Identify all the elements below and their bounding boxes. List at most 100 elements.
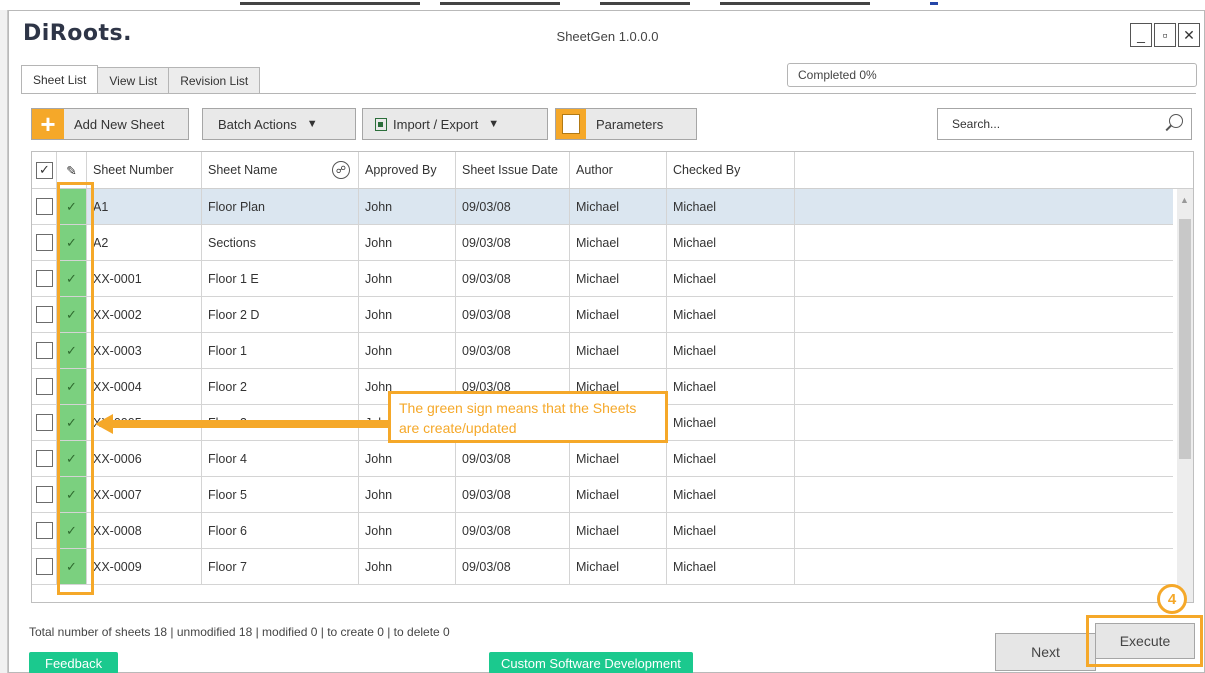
cell-sheet-name[interactable]: Sections	[202, 225, 359, 260]
cell-sheet-number[interactable]: XX-0001	[87, 261, 202, 296]
cell-sheet-number[interactable]: XX-0003	[87, 333, 202, 368]
vertical-scrollbar[interactable]: ▲	[1177, 189, 1193, 602]
row-checkbox[interactable]	[36, 234, 53, 251]
custom-software-development-button[interactable]: Custom Software Development	[489, 652, 693, 673]
column-header-sheet-issue-date[interactable]: Sheet Issue Date	[456, 152, 570, 188]
cell-sheet-issue-date[interactable]: 09/03/08	[456, 189, 570, 224]
batch-actions-dropdown[interactable]: Batch Actions ▼	[202, 108, 356, 140]
column-header-sheet-number[interactable]: Sheet Number	[87, 152, 202, 188]
column-header-checked-by[interactable]: Checked By	[667, 152, 795, 188]
cell-approved-by[interactable]: John	[359, 297, 456, 332]
cell-sheet-number[interactable]: XX-0002	[87, 297, 202, 332]
cell-sheet-number[interactable]: A2	[87, 225, 202, 260]
cell-checked-by[interactable]: Michael	[667, 369, 795, 404]
cell-author[interactable]: Michael	[570, 477, 667, 512]
cell-checked-by[interactable]: Michael	[667, 477, 795, 512]
cell-sheet-name[interactable]: Floor 1	[202, 333, 359, 368]
cell-approved-by[interactable]: John	[359, 477, 456, 512]
cell-checked-by[interactable]: Michael	[667, 189, 795, 224]
cell-sheet-name[interactable]: Floor 2	[202, 369, 359, 404]
row-checkbox[interactable]	[36, 558, 53, 575]
cell-approved-by[interactable]: John	[359, 261, 456, 296]
cell-checked-by[interactable]: Michael	[667, 405, 795, 440]
cell-author[interactable]: Michael	[570, 261, 667, 296]
cell-author[interactable]: Michael	[570, 297, 667, 332]
cell-approved-by[interactable]: John	[359, 513, 456, 548]
tab-sheet-list[interactable]: Sheet List	[21, 65, 99, 93]
column-header-author[interactable]: Author	[570, 152, 667, 188]
cell-checked-by[interactable]: Michael	[667, 333, 795, 368]
cell-author[interactable]: Michael	[570, 513, 667, 548]
cell-sheet-number[interactable]: A1	[87, 189, 202, 224]
table-row[interactable]: ✓ A2 Sections John 09/03/08 Michael Michael	[32, 225, 1173, 261]
scroll-up-icon[interactable]: ▲	[1180, 195, 1189, 205]
cell-approved-by[interactable]: John	[359, 189, 456, 224]
cell-sheet-number[interactable]: XX-0006	[87, 441, 202, 476]
table-row[interactable]: ✓ XX-0009 Floor 7 John 09/03/08 Michael Michae…	[32, 549, 1173, 585]
cell-checked-by[interactable]: Michael	[667, 297, 795, 332]
cell-approved-by[interactable]: John	[359, 549, 456, 584]
cell-author[interactable]: Michael	[570, 549, 667, 584]
cell-author[interactable]: Michael	[570, 225, 667, 260]
cell-sheet-name[interactable]: Floor 7	[202, 549, 359, 584]
next-button[interactable]: Next	[995, 633, 1096, 671]
cell-sheet-number[interactable]: XX-0008	[87, 513, 202, 548]
cell-sheet-issue-date[interactable]: 09/03/08	[456, 549, 570, 584]
row-checkbox[interactable]	[36, 306, 53, 323]
cell-sheet-issue-date[interactable]: 09/03/08	[456, 441, 570, 476]
cell-sheet-issue-date[interactable]: 09/03/08	[456, 513, 570, 548]
row-checkbox[interactable]	[36, 486, 53, 503]
cell-approved-by[interactable]: John	[359, 333, 456, 368]
cell-approved-by[interactable]: John	[359, 225, 456, 260]
cell-checked-by[interactable]: Michael	[667, 513, 795, 548]
cell-checked-by[interactable]: Michael	[667, 441, 795, 476]
row-checkbox[interactable]	[36, 198, 53, 215]
cell-checked-by[interactable]: Michael	[667, 225, 795, 260]
table-row[interactable]: ✓ XX-0001 Floor 1 E John 09/03/08 Michael Mich…	[32, 261, 1173, 297]
cell-sheet-number[interactable]: XX-0007	[87, 477, 202, 512]
tab-revision-list[interactable]: Revision List	[168, 67, 261, 93]
cell-sheet-issue-date[interactable]: 09/03/08	[456, 333, 570, 368]
row-checkbox[interactable]	[36, 378, 53, 395]
select-all-checkbox[interactable]: ✓	[36, 161, 53, 179]
minimize-icon[interactable]: _	[1130, 23, 1152, 47]
unlock-icon[interactable]: ☍	[332, 161, 350, 179]
cell-sheet-number[interactable]: XX-0004	[87, 369, 202, 404]
cell-sheet-name[interactable]: Floor 6	[202, 513, 359, 548]
search-icon[interactable]	[1169, 114, 1183, 128]
tab-view-list[interactable]: View List	[97, 67, 170, 93]
close-icon[interactable]: ✕	[1178, 23, 1200, 47]
column-header-sheet-name[interactable]: Sheet Name ☍	[202, 152, 359, 188]
cell-sheet-number[interactable]: XX-0009	[87, 549, 202, 584]
table-row[interactable]: ✓ A1 Floor Plan John 09/03/08 Michael Michael	[32, 189, 1173, 225]
cell-approved-by[interactable]: John	[359, 441, 456, 476]
cell-sheet-issue-date[interactable]: 09/03/08	[456, 477, 570, 512]
row-checkbox[interactable]	[36, 270, 53, 287]
cell-sheet-issue-date[interactable]: 09/03/08	[456, 261, 570, 296]
cell-checked-by[interactable]: Michael	[667, 261, 795, 296]
table-row[interactable]: ✓ XX-0002 Floor 2 D John 09/03/08 Michael Mich…	[32, 297, 1173, 333]
column-header-approved-by[interactable]: Approved By	[359, 152, 456, 188]
feedback-button[interactable]: Feedback	[29, 652, 119, 673]
table-row[interactable]: ✓ XX-0007 Floor 5 John 09/03/08 Michael Michae…	[32, 477, 1173, 513]
cell-sheet-name[interactable]: Floor 5	[202, 477, 359, 512]
cell-sheet-issue-date[interactable]: 09/03/08	[456, 225, 570, 260]
table-row[interactable]: ✓ XX-0008 Floor 6 John 09/03/08 Michael Michae…	[32, 513, 1173, 549]
scrollbar-thumb[interactable]	[1179, 219, 1191, 459]
cell-sheet-name[interactable]: Floor Plan	[202, 189, 359, 224]
add-new-sheet-button[interactable]: + Add New Sheet	[31, 108, 189, 140]
cell-author[interactable]: Michael	[570, 441, 667, 476]
row-checkbox[interactable]	[36, 342, 53, 359]
cell-author[interactable]: Michael	[570, 189, 667, 224]
cell-sheet-name[interactable]: Floor 2 D	[202, 297, 359, 332]
cell-sheet-issue-date[interactable]: 09/03/08	[456, 297, 570, 332]
cell-author[interactable]: Michael	[570, 333, 667, 368]
cell-sheet-name[interactable]: Floor 1 E	[202, 261, 359, 296]
row-checkbox[interactable]	[36, 450, 53, 467]
execute-button[interactable]: Execute	[1095, 623, 1195, 659]
cell-checked-by[interactable]: Michael	[667, 549, 795, 584]
import-export-dropdown[interactable]: Import / Export ▼	[362, 108, 548, 140]
cell-sheet-name[interactable]: Floor 4	[202, 441, 359, 476]
maximize-icon[interactable]: ▫	[1154, 23, 1176, 47]
table-row[interactable]: ✓ XX-0003 Floor 1 John 09/03/08 Michael Michae…	[32, 333, 1173, 369]
